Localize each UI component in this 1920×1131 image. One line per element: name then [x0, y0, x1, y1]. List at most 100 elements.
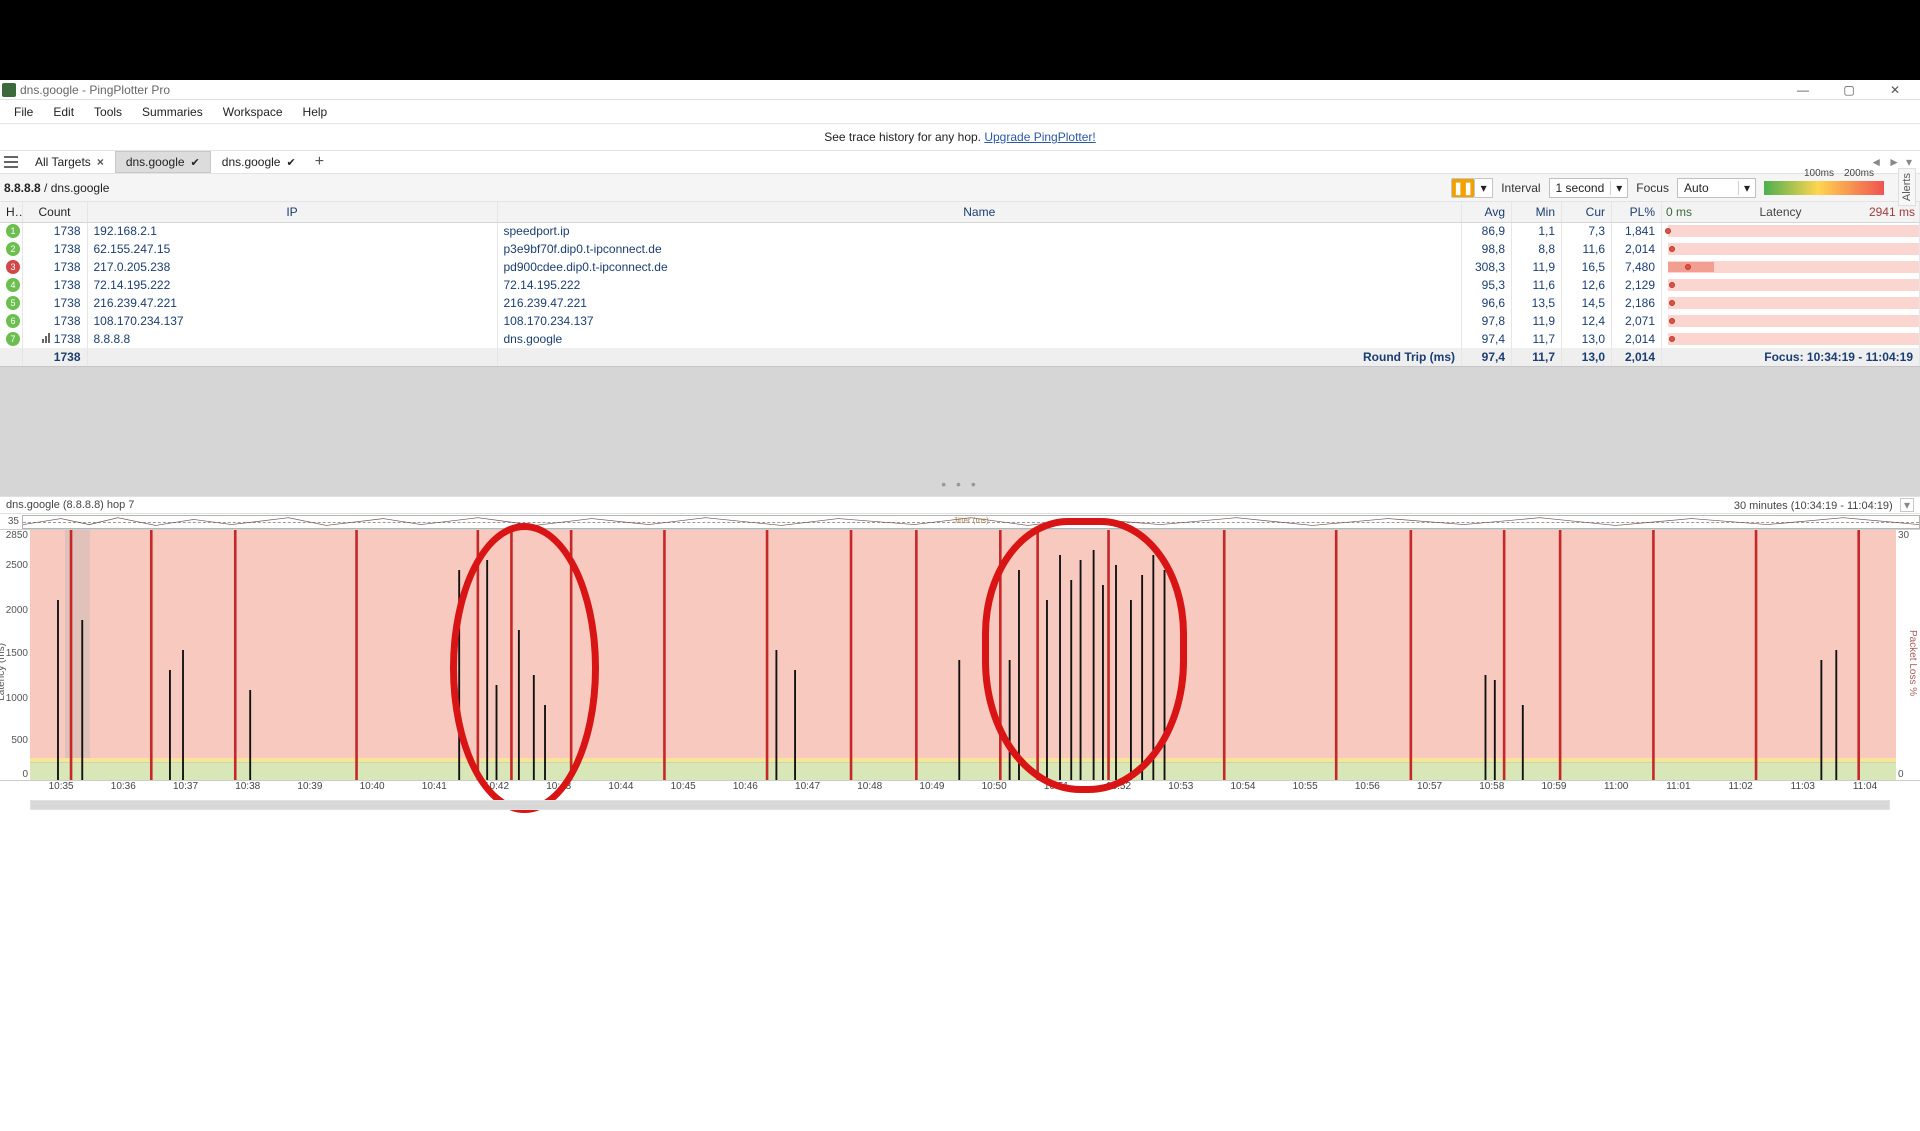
- upsell-banner: See trace history for any hop. Upgrade P…: [0, 124, 1920, 150]
- latency-legend: 100ms 200ms: [1764, 181, 1884, 195]
- window-minimize[interactable]: —: [1780, 80, 1826, 100]
- cell-latency-bar: [1662, 312, 1920, 330]
- cell-pl: 2,129: [1612, 276, 1662, 294]
- header-hop[interactable]: Hop: [0, 202, 22, 222]
- empty-table-area: • • •: [0, 366, 1920, 496]
- menu-workspace[interactable]: Workspace: [213, 102, 293, 122]
- cell-min: 13,5: [1512, 294, 1562, 312]
- cell-avg: 95,3: [1462, 276, 1512, 294]
- chevron-down-icon: ▾: [1610, 181, 1627, 195]
- hop-status-dot: 4: [6, 278, 20, 292]
- cell-cur: 13,0: [1562, 330, 1612, 348]
- hop-status-dot: 1: [6, 224, 20, 238]
- add-tab-button[interactable]: +: [307, 153, 332, 171]
- cell-min: 11,9: [1512, 312, 1562, 330]
- upsell-link[interactable]: Upgrade PingPlotter!: [984, 130, 1095, 144]
- cell-min: 11,9: [1512, 258, 1562, 276]
- window-close[interactable]: ✕: [1872, 80, 1918, 100]
- table-row[interactable]: 4 173872.14.195.22272.14.195.22295,311,6…: [0, 276, 1920, 294]
- bars-icon: [42, 333, 50, 343]
- cell-count: 1738: [22, 222, 87, 240]
- cell-min: 11,6: [1512, 276, 1562, 294]
- header-count[interactable]: Count: [22, 202, 87, 222]
- tab-scroll-right-icon[interactable]: ►: [1888, 155, 1900, 169]
- header-ip[interactable]: IP: [87, 202, 497, 222]
- table-row[interactable]: 7 17388.8.8.8dns.google97,411,713,02,014: [0, 330, 1920, 348]
- cell-name: p3e9bf70f.dip0.t-ipconnect.de: [497, 240, 1462, 258]
- y-axis-right: 30 0 Packet Loss %: [1896, 530, 1920, 780]
- menu-help[interactable]: Help: [293, 102, 338, 122]
- menu-summaries[interactable]: Summaries: [132, 102, 213, 122]
- alerts-panel-tab[interactable]: Alerts: [1898, 168, 1916, 206]
- cell-cur: 12,6: [1562, 276, 1612, 294]
- window-titlebar: dns.google - PingPlotter Pro — ▢ ✕: [0, 80, 1920, 100]
- x-tick: 10:39: [279, 781, 341, 798]
- cell-count: 1738: [22, 240, 87, 258]
- cell-pl: 7,480: [1612, 258, 1662, 276]
- focus-select[interactable]: Auto ▾: [1677, 178, 1756, 198]
- x-tick: 10:49: [901, 781, 963, 798]
- upsell-text: See trace history for any hop.: [824, 130, 984, 144]
- x-tick: 10:53: [1150, 781, 1212, 798]
- splitter-grip[interactable]: • • •: [941, 476, 978, 492]
- tab-all-targets[interactable]: All Targets ×: [24, 151, 115, 173]
- target-toolbar: 8.8.8.8 / dns.google ❚❚ ▾ Interval 1 sec…: [0, 174, 1920, 202]
- x-tick: 10:50: [963, 781, 1025, 798]
- window-maximize[interactable]: ▢: [1826, 80, 1872, 100]
- hamburger-icon[interactable]: [4, 156, 18, 168]
- jitter-plot[interactable]: Jitter (ms): [22, 515, 1920, 529]
- table-row[interactable]: 2 173862.155.247.15p3e9bf70f.dip0.t-ipco…: [0, 240, 1920, 258]
- x-tick: 10:48: [839, 781, 901, 798]
- scrollbar-thumb[interactable]: [31, 801, 1889, 809]
- menu-tools[interactable]: Tools: [84, 102, 132, 122]
- cell-avg: 308,3: [1462, 258, 1512, 276]
- x-tick: 10:35: [30, 781, 92, 798]
- graph-scrollbar[interactable]: [30, 800, 1890, 810]
- hop-status-dot: 3: [6, 260, 20, 274]
- cell-name: speedport.ip: [497, 222, 1462, 240]
- cell-avg: 96,6: [1462, 294, 1512, 312]
- tab-dropdown-icon[interactable]: ▾: [1906, 155, 1912, 169]
- hop-status-dot: 6: [6, 314, 20, 328]
- cell-latency-bar: [1662, 258, 1920, 276]
- menu-edit[interactable]: Edit: [43, 102, 84, 122]
- trace-table: Hop Count IP Name Avg Min Cur PL% 0 ms L…: [0, 202, 1920, 366]
- cell-latency-bar: [1662, 330, 1920, 348]
- cell-ip: 216.239.47.221: [87, 294, 497, 312]
- interval-select[interactable]: 1 second ▾: [1549, 178, 1629, 198]
- latency-graph[interactable]: Latency (ms) 2850 2500 2000 1500 1000 50…: [0, 530, 1920, 780]
- table-row[interactable]: 3 1738217.0.205.238pd900cdee.dip0.t-ipco…: [0, 258, 1920, 276]
- header-name[interactable]: Name: [497, 202, 1462, 222]
- table-header-row: Hop Count IP Name Avg Min Cur PL% 0 ms L…: [0, 202, 1920, 222]
- plot-area[interactable]: [30, 530, 1896, 780]
- graph-range-label: 30 minutes (10:34:19 - 11:04:19): [1734, 500, 1893, 512]
- x-axis: 10:3510:3610:3710:3810:3910:4010:4110:42…: [0, 780, 1920, 798]
- graph-range-dropdown[interactable]: ▾: [1900, 498, 1914, 512]
- cell-cur: 11,6: [1562, 240, 1612, 258]
- cell-min: 1,1: [1512, 222, 1562, 240]
- pause-button[interactable]: ❚❚: [1451, 178, 1475, 198]
- close-icon[interactable]: ×: [97, 155, 104, 169]
- focus-label: Focus: [1636, 181, 1669, 195]
- x-tick: 10:58: [1461, 781, 1523, 798]
- hop-status-dot: 2: [6, 242, 20, 256]
- x-tick: 10:37: [154, 781, 216, 798]
- table-row[interactable]: 6 1738108.170.234.137108.170.234.13797,8…: [0, 312, 1920, 330]
- cell-pl: 1,841: [1612, 222, 1662, 240]
- cell-avg: 86,9: [1462, 222, 1512, 240]
- cell-ip: 72.14.195.222: [87, 276, 497, 294]
- menubar: File Edit Tools Summaries Workspace Help: [0, 100, 1920, 124]
- cell-min: 11,7: [1512, 330, 1562, 348]
- x-tick: 10:42: [465, 781, 527, 798]
- cell-name: 108.170.234.137: [497, 312, 1462, 330]
- graph-title: dns.google (8.8.8.8) hop 7: [6, 499, 134, 511]
- tab-dns-google-2[interactable]: dns.google ✔: [211, 151, 307, 173]
- table-row[interactable]: 1 1738192.168.2.1speedport.ip86,91,17,31…: [0, 222, 1920, 240]
- check-icon: ✔: [286, 156, 295, 169]
- cell-avg: 97,8: [1462, 312, 1512, 330]
- pause-dropdown[interactable]: ▾: [1475, 178, 1493, 198]
- cell-count: 1738: [22, 294, 87, 312]
- table-row[interactable]: 5 1738216.239.47.221216.239.47.22196,613…: [0, 294, 1920, 312]
- tab-dns-google-active[interactable]: dns.google ✔: [115, 151, 211, 173]
- menu-file[interactable]: File: [4, 102, 43, 122]
